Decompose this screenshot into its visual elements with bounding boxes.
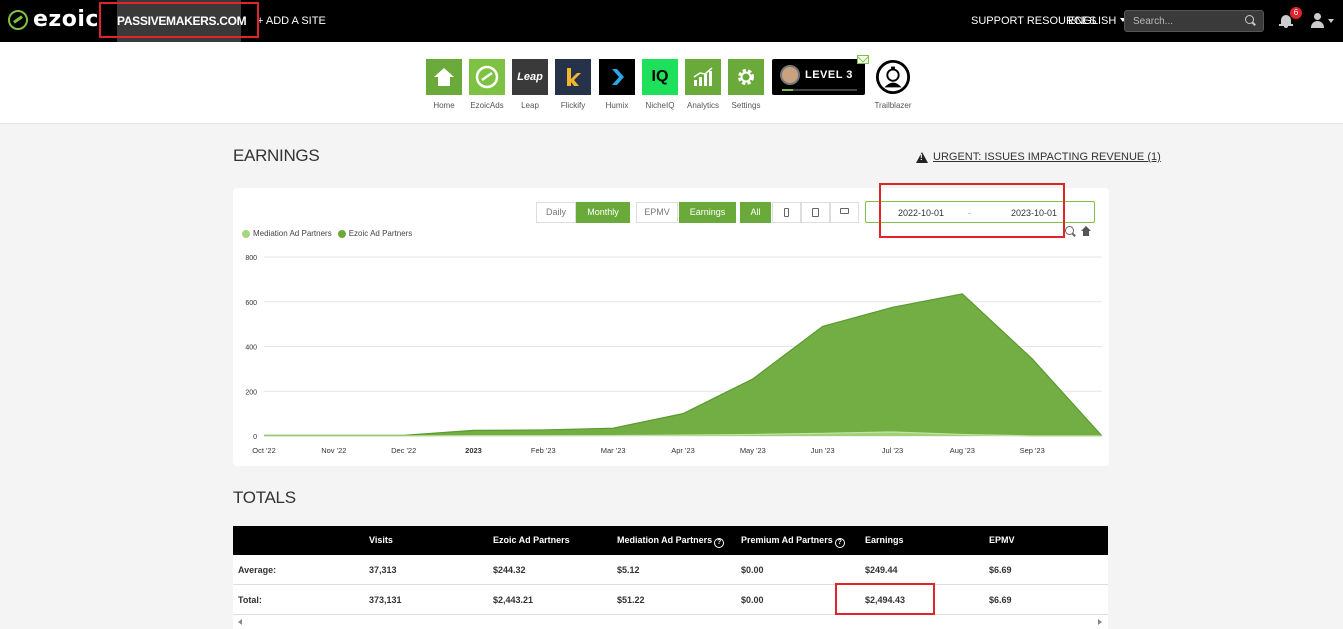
cell-epmv: $6.69 — [989, 565, 1012, 575]
level-progress-bar — [782, 89, 857, 91]
table-header: Visits Ezoic Ad Partners Mediation Ad Pa… — [233, 526, 1108, 555]
logo-text: ezoic — [33, 7, 99, 32]
column-header-epmv: EPMV — [989, 535, 1015, 545]
trailblazer-icon — [875, 59, 911, 95]
ezoicads-icon — [469, 59, 505, 95]
column-header-premium: Premium Ad Partners? — [741, 535, 845, 548]
user-icon[interactable] — [1310, 13, 1324, 28]
cell-earnings: $249.44 — [865, 565, 898, 575]
x-tick-label: 2023 — [465, 446, 482, 455]
ezoic-logo-icon — [8, 10, 28, 30]
column-header-earnings: Earnings — [865, 535, 904, 545]
notification-badge: 6 — [1290, 7, 1302, 19]
level-badge[interactable]: LEVEL 3 — [772, 59, 865, 95]
cell-mediation: $5.12 — [617, 565, 640, 575]
cell-ezoic: $244.32 — [493, 565, 526, 575]
scroll-left-icon[interactable] — [238, 619, 242, 625]
table-row: Average: 37,313 $244.32 $5.12 $0.00 $249… — [233, 555, 1108, 585]
search-input[interactable] — [1124, 10, 1264, 32]
app-trailblazer[interactable]: Trailblazer — [872, 59, 914, 110]
chevron-down-icon[interactable] — [1328, 19, 1334, 23]
highlight-box — [879, 183, 1065, 238]
x-tick-label: Apr '23 — [671, 446, 695, 455]
y-tick-label: 200 — [245, 389, 257, 396]
urgent-issues-link[interactable]: URGENT: ISSUES IMPACTING REVENUE (1) — [916, 151, 1161, 163]
app-label: Trailblazer — [874, 101, 912, 110]
help-icon[interactable]: ? — [834, 538, 845, 548]
home-icon — [426, 59, 462, 95]
app-label: Settings — [731, 101, 761, 110]
cell-ezoic: $2,443.21 — [493, 595, 534, 605]
totals-table: Visits Ezoic Ad Partners Mediation Ad Pa… — [233, 526, 1108, 615]
scroll-right-icon[interactable] — [1098, 619, 1102, 625]
x-tick-label: Jun '23 — [811, 446, 835, 455]
y-tick-label: 800 — [245, 255, 257, 262]
cell-premium: $0.00 — [741, 565, 764, 575]
y-tick-label: 400 — [245, 345, 257, 352]
x-tick-label: Mar '23 — [601, 446, 626, 455]
column-header-visits: Visits — [369, 535, 393, 545]
cell-mediation: $51.22 — [617, 595, 645, 605]
table-row: Total: 373,131 $2,443.21 $51.22 $0.00 $2… — [233, 585, 1108, 615]
x-tick-label: Feb '23 — [531, 446, 556, 455]
column-header-mediation: Mediation Ad Partners? — [617, 535, 725, 548]
language-selector[interactable]: ENGLISH — [1068, 15, 1127, 27]
warning-icon — [916, 151, 928, 163]
avatar — [780, 65, 800, 85]
flickify-icon — [555, 59, 591, 95]
cell-epmv: $6.69 — [989, 595, 1012, 605]
add-site-link[interactable]: + ADD A SITE — [257, 15, 326, 27]
highlight-box — [99, 2, 259, 38]
help-icon[interactable]: ? — [714, 538, 725, 548]
column-header-ezoic: Ezoic Ad Partners — [493, 535, 570, 545]
humix-icon — [599, 59, 635, 95]
nicheiq-icon: IQ — [642, 59, 678, 95]
x-tick-label: Sep '23 — [1020, 446, 1045, 455]
series-area-ezoic — [264, 293, 1102, 436]
gear-icon — [728, 59, 764, 95]
x-tick-label: Dec '22 — [391, 446, 416, 455]
highlight-box — [835, 583, 935, 615]
ezoic-logo[interactable]: ezoic — [8, 9, 99, 31]
search-icon[interactable] — [1245, 15, 1254, 24]
leap-icon: Leap — [512, 59, 548, 95]
x-tick-label: Nov '22 — [321, 446, 346, 455]
y-tick-label: 600 — [245, 300, 257, 307]
x-tick-label: Aug '23 — [950, 446, 975, 455]
x-tick-label: Jul '23 — [882, 446, 903, 455]
apps-bar: Home EzoicAds Leap Leap Flickify Humix I… — [0, 42, 1343, 124]
totals-heading: TOTALS — [233, 488, 296, 507]
level-text: LEVEL 3 — [805, 69, 853, 81]
cell-premium: $0.00 — [741, 595, 764, 605]
y-tick-label: 0 — [253, 434, 257, 441]
table-horizontal-scrollbar[interactable] — [233, 615, 1108, 629]
app-settings[interactable]: Settings — [725, 59, 767, 110]
language-label: ENGLISH — [1068, 15, 1117, 27]
x-tick-label: May '23 — [740, 446, 766, 455]
row-label: Total: — [238, 595, 262, 605]
row-label: Average: — [238, 565, 277, 575]
cell-visits: 373,131 — [369, 595, 402, 605]
mail-icon[interactable] — [857, 55, 869, 64]
x-tick-label: Oct '22 — [252, 446, 276, 455]
earnings-heading: EARNINGS — [233, 146, 320, 165]
cell-visits: 37,313 — [369, 565, 397, 575]
analytics-icon — [685, 59, 721, 95]
urgent-link-text: URGENT: ISSUES IMPACTING REVENUE (1) — [933, 151, 1161, 163]
